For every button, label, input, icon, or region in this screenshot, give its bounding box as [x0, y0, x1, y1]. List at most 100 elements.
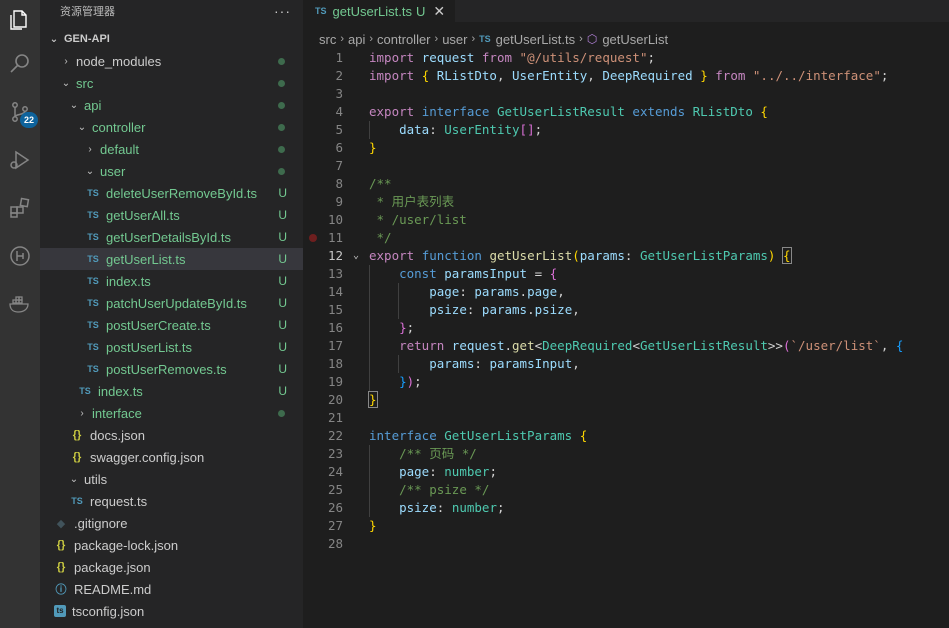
code-text: import { RListDto, UserEntity, DeepRequi…: [369, 68, 889, 83]
tree-folder-api[interactable]: ⌄ api: [40, 94, 303, 116]
tree-file-package-json[interactable]: {} package.json: [40, 556, 303, 578]
source-control-icon[interactable]: 22: [0, 92, 40, 132]
close-icon[interactable]: ✕: [433, 3, 445, 20]
tree-label: src: [76, 75, 94, 91]
typescript-file-icon: TS: [87, 342, 99, 352]
tree-folder-src[interactable]: ⌄ src: [40, 72, 303, 94]
line-number: 6: [335, 140, 343, 155]
tree-file-patch-user-update-by-id[interactable]: TS patchUserUpdateById.ts U: [40, 292, 303, 314]
git-status-badge: U: [278, 186, 287, 200]
tree-file-user-index[interactable]: TS index.ts U: [40, 270, 303, 292]
chevron-down-icon: ⌄: [69, 473, 79, 485]
code-line: 11 */: [303, 229, 949, 247]
tree-file-readme-md[interactable]: ⓘ README.md: [40, 578, 303, 600]
tree-file-request-ts[interactable]: TS request.ts: [40, 490, 303, 512]
tree-file-get-user-list[interactable]: TS getUserList.ts U: [40, 248, 303, 270]
source-control-badge: 22: [20, 112, 38, 128]
typescript-file-icon: TS: [87, 188, 99, 198]
git-status-dot: [278, 145, 285, 153]
tree-file-get-user-all[interactable]: TS getUserAll.ts U: [40, 204, 303, 226]
tree-folder-controller[interactable]: ⌄ controller: [40, 116, 303, 138]
chevron-right-icon: ›: [434, 33, 439, 45]
more-actions-icon[interactable]: ···: [274, 3, 291, 19]
line-number: 10: [327, 212, 343, 227]
tree-file-package-lock-json[interactable]: {} package-lock.json: [40, 534, 303, 556]
code-line: 19 });: [303, 373, 949, 391]
tree-file-delete-user-remove-by-id[interactable]: TS deleteUserRemoveById.ts U: [40, 182, 303, 204]
root-folder-header[interactable]: ⌄ GEN-API: [40, 28, 303, 50]
code-text: */: [369, 230, 392, 245]
tree-file-tsconfig-json[interactable]: ts tsconfig.json: [40, 600, 303, 622]
tree-label: postUserCreate.ts: [106, 317, 211, 333]
tree-file-swagger-config-json[interactable]: {} swagger.config.json: [40, 446, 303, 468]
tree-label: README.md: [74, 581, 152, 597]
git-status-dot: [278, 57, 285, 65]
git-status-badge: U: [278, 230, 287, 244]
line-number: 22: [327, 428, 343, 443]
tree-file-post-user-create[interactable]: TS postUserCreate.ts U: [40, 314, 303, 336]
line-number: 8: [335, 176, 343, 191]
breadcrumb-item[interactable]: getUserList.ts: [496, 32, 575, 47]
line-number: 13: [327, 266, 343, 281]
tree-folder-default[interactable]: › default: [40, 138, 303, 160]
code-text: interface GetUserListParams {: [369, 428, 588, 443]
tree-file-get-user-details-by-id[interactable]: TS getUserDetailsById.ts U: [40, 226, 303, 248]
typescript-file-icon: TS: [87, 210, 99, 220]
tree-file-post-user-list[interactable]: TS postUserList.ts U: [40, 336, 303, 358]
line-number: 12: [327, 248, 343, 263]
breadcrumb-item[interactable]: src: [319, 32, 336, 47]
line-number: 4: [335, 104, 343, 119]
tsconfig-file-icon: ts: [54, 605, 66, 617]
explorer-title: 资源管理器: [60, 6, 115, 18]
tree-folder-utils[interactable]: ⌄ utils: [40, 468, 303, 490]
git-status-dot: [278, 79, 285, 87]
tab-get-user-list[interactable]: TS getUserList.ts U ✕: [303, 0, 456, 22]
search-icon[interactable]: [0, 44, 40, 84]
code-line: 23 /** 页码 */: [303, 445, 949, 463]
docker-icon[interactable]: [0, 284, 40, 324]
symbol-function-icon: ⬡: [586, 32, 598, 46]
code-line: 13 const paramsInput = {: [303, 265, 949, 283]
code-text: export interface GetUserListResult exten…: [369, 104, 768, 119]
run-debug-icon[interactable]: [0, 140, 40, 180]
breadcrumb-item[interactable]: api: [348, 32, 365, 47]
explorer-header: 资源管理器 ···: [40, 0, 303, 22]
line-number: 15: [327, 302, 343, 317]
line-number: 5: [335, 122, 343, 137]
code-line: 14 page: params.page,: [303, 283, 949, 301]
git-graph-icon[interactable]: [0, 236, 40, 276]
git-file-icon: ◆: [56, 517, 66, 530]
tree-file-controller-index[interactable]: TS index.ts U: [40, 380, 303, 402]
tree-folder-node-modules[interactable]: › node_modules: [40, 50, 303, 72]
chevron-down-icon: ⌄: [85, 165, 95, 177]
code-line: 15 psize: params.psize,: [303, 301, 949, 319]
tree-folder-user[interactable]: ⌄ user: [40, 160, 303, 182]
breadcrumb-item[interactable]: getUserList: [602, 32, 668, 47]
tree-file-docs-json[interactable]: {} docs.json: [40, 424, 303, 446]
chevron-right-icon: ›: [80, 407, 84, 419]
tree-label: postUserList.ts: [106, 339, 192, 355]
extensions-icon[interactable]: [0, 188, 40, 228]
tree-file-post-user-removes[interactable]: TS postUserRemoves.ts U: [40, 358, 303, 380]
line-number: 28: [327, 536, 343, 551]
code-text: page: params.page,: [429, 284, 565, 299]
breadcrumb: src › api › controller › user › TS getUs…: [319, 30, 668, 48]
line-number: 23: [327, 446, 343, 461]
git-status-dot: [278, 123, 285, 131]
breadcrumb-item[interactable]: controller: [377, 32, 430, 47]
explorer-icon[interactable]: [0, 0, 40, 40]
code-line: 12 ⌄ export function getUserList(params: G…: [303, 247, 949, 265]
tree-label: api: [84, 97, 102, 113]
tab-bar: TS getUserList.ts U ✕: [303, 0, 949, 22]
line-number: 11: [327, 230, 343, 245]
code-text: }: [368, 391, 378, 408]
tree-folder-interface[interactable]: › interface: [40, 402, 303, 424]
code-line: 1 import request from "@/utils/request";: [303, 49, 949, 67]
editor-area: TS getUserList.ts U ✕ src › api › contro…: [303, 0, 949, 628]
fold-chevron-icon[interactable]: ⌄: [353, 247, 359, 265]
git-status-badge: U: [278, 318, 287, 332]
breadcrumb-item[interactable]: user: [442, 32, 467, 47]
tree-file-gitignore[interactable]: ◆ .gitignore: [40, 512, 303, 534]
code-text: /**: [369, 176, 392, 191]
line-number: 16: [327, 320, 343, 335]
